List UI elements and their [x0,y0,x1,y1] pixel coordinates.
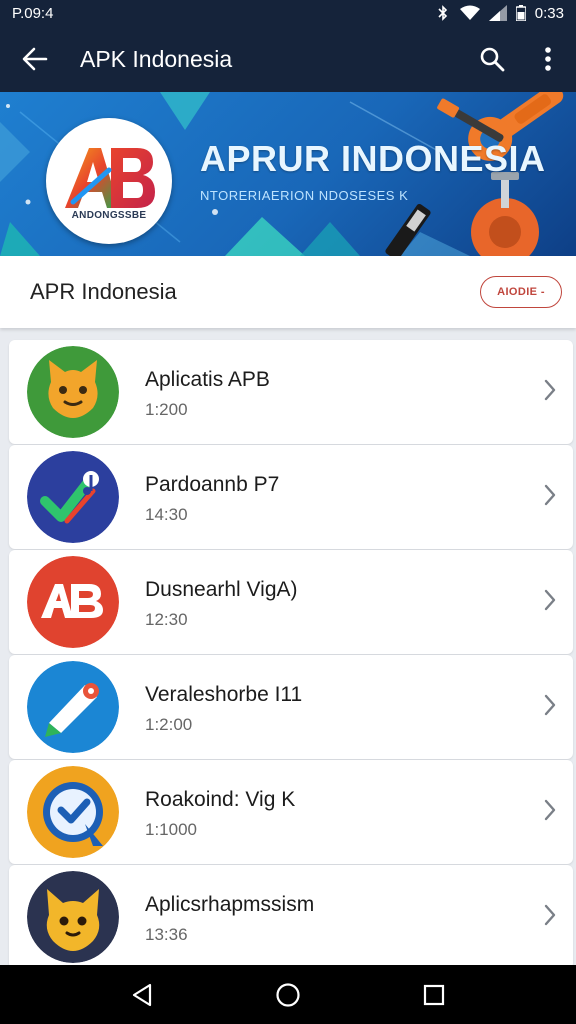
overflow-menu-button[interactable] [520,26,576,92]
ab-brand-logo-icon [65,147,155,208]
list-item[interactable]: Aplicsrhapmssism 13:36 [9,865,573,969]
app-time: 1:1000 [145,820,197,839]
status-time: 0:33 [534,4,564,22]
check-badge-icon [27,766,119,858]
system-nav-bar [0,965,576,1024]
checkmark-note-icon [27,451,119,543]
search-button[interactable] [464,26,520,92]
app-time: 12:30 [145,610,188,629]
app-time: 1:200 [145,400,188,419]
banner-logo: ANDONGSSBE [46,118,172,244]
banner-subtitle: NTORERIAERION NDOSESES K [200,188,409,203]
hero-banner: ANDONGSSBE APRUR INDONESIA NTORERIAERION… [0,92,576,256]
status-left-text: P.09:4 [12,4,54,22]
chevron-right-icon [544,694,556,716]
cat-face-icon [27,346,119,438]
app-name: Roakoind: Vig K [145,788,296,811]
section-title: APR Indonesia [30,279,177,304]
app-bar: APK Indonesia [0,26,576,92]
banner-title: APRUR INDONESIA [200,138,546,179]
page-title: APK Indonesia [80,45,233,72]
pencil-icon [27,661,119,753]
back-button[interactable] [0,26,70,92]
signal-icon [488,5,507,21]
chevron-right-icon [544,799,556,821]
ab-logo-icon [27,556,119,648]
chevron-right-icon [544,484,556,506]
more-vert-icon [545,47,551,71]
list-item[interactable]: Aplicatis APB 1:200 [9,340,573,444]
app-name: Dusnearhl VigA) [145,578,298,601]
search-icon [480,47,505,72]
wifi-icon [459,5,480,20]
chevron-right-icon [544,904,556,926]
app-list: Aplicatis APB 1:200 Pardoannb P7 14:30 D… [9,340,573,970]
list-item[interactable]: Veraleshorbe I11 1:2:00 [9,655,573,759]
app-name: Aplicsrhapmssism [145,893,315,916]
app-time: 14:30 [145,505,188,524]
list-item[interactable]: Dusnearhl VigA) 12:30 [9,550,573,654]
nav-recents-icon[interactable] [423,984,445,1006]
list-item[interactable]: Roakoind: Vig K 1:1000 [9,760,573,864]
bluetooth-icon [438,5,447,21]
filter-chip-button[interactable]: AIODIE - [480,276,562,308]
nav-home-icon[interactable] [275,982,301,1008]
app-time: 13:36 [145,925,188,944]
status-bar: P.09:4 0:33 [0,0,576,26]
app-name: Aplicatis APB [145,368,270,391]
chevron-right-icon [544,379,556,401]
banner-logo-caption: ANDONGSSBE [71,209,147,221]
arrow-back-icon [22,47,48,71]
app-time: 1:2:00 [145,715,193,734]
app-name: Pardoannb P7 [145,473,280,496]
app-name: Veraleshorbe I11 [145,683,303,706]
chevron-right-icon [544,589,556,611]
nav-back-icon[interactable] [131,983,153,1007]
battery-icon [515,5,526,21]
list-item[interactable]: Pardoannb P7 14:30 [9,445,573,549]
section-header: APR Indonesia AIODIE - [0,256,576,328]
cat-mascot-icon [27,871,119,963]
